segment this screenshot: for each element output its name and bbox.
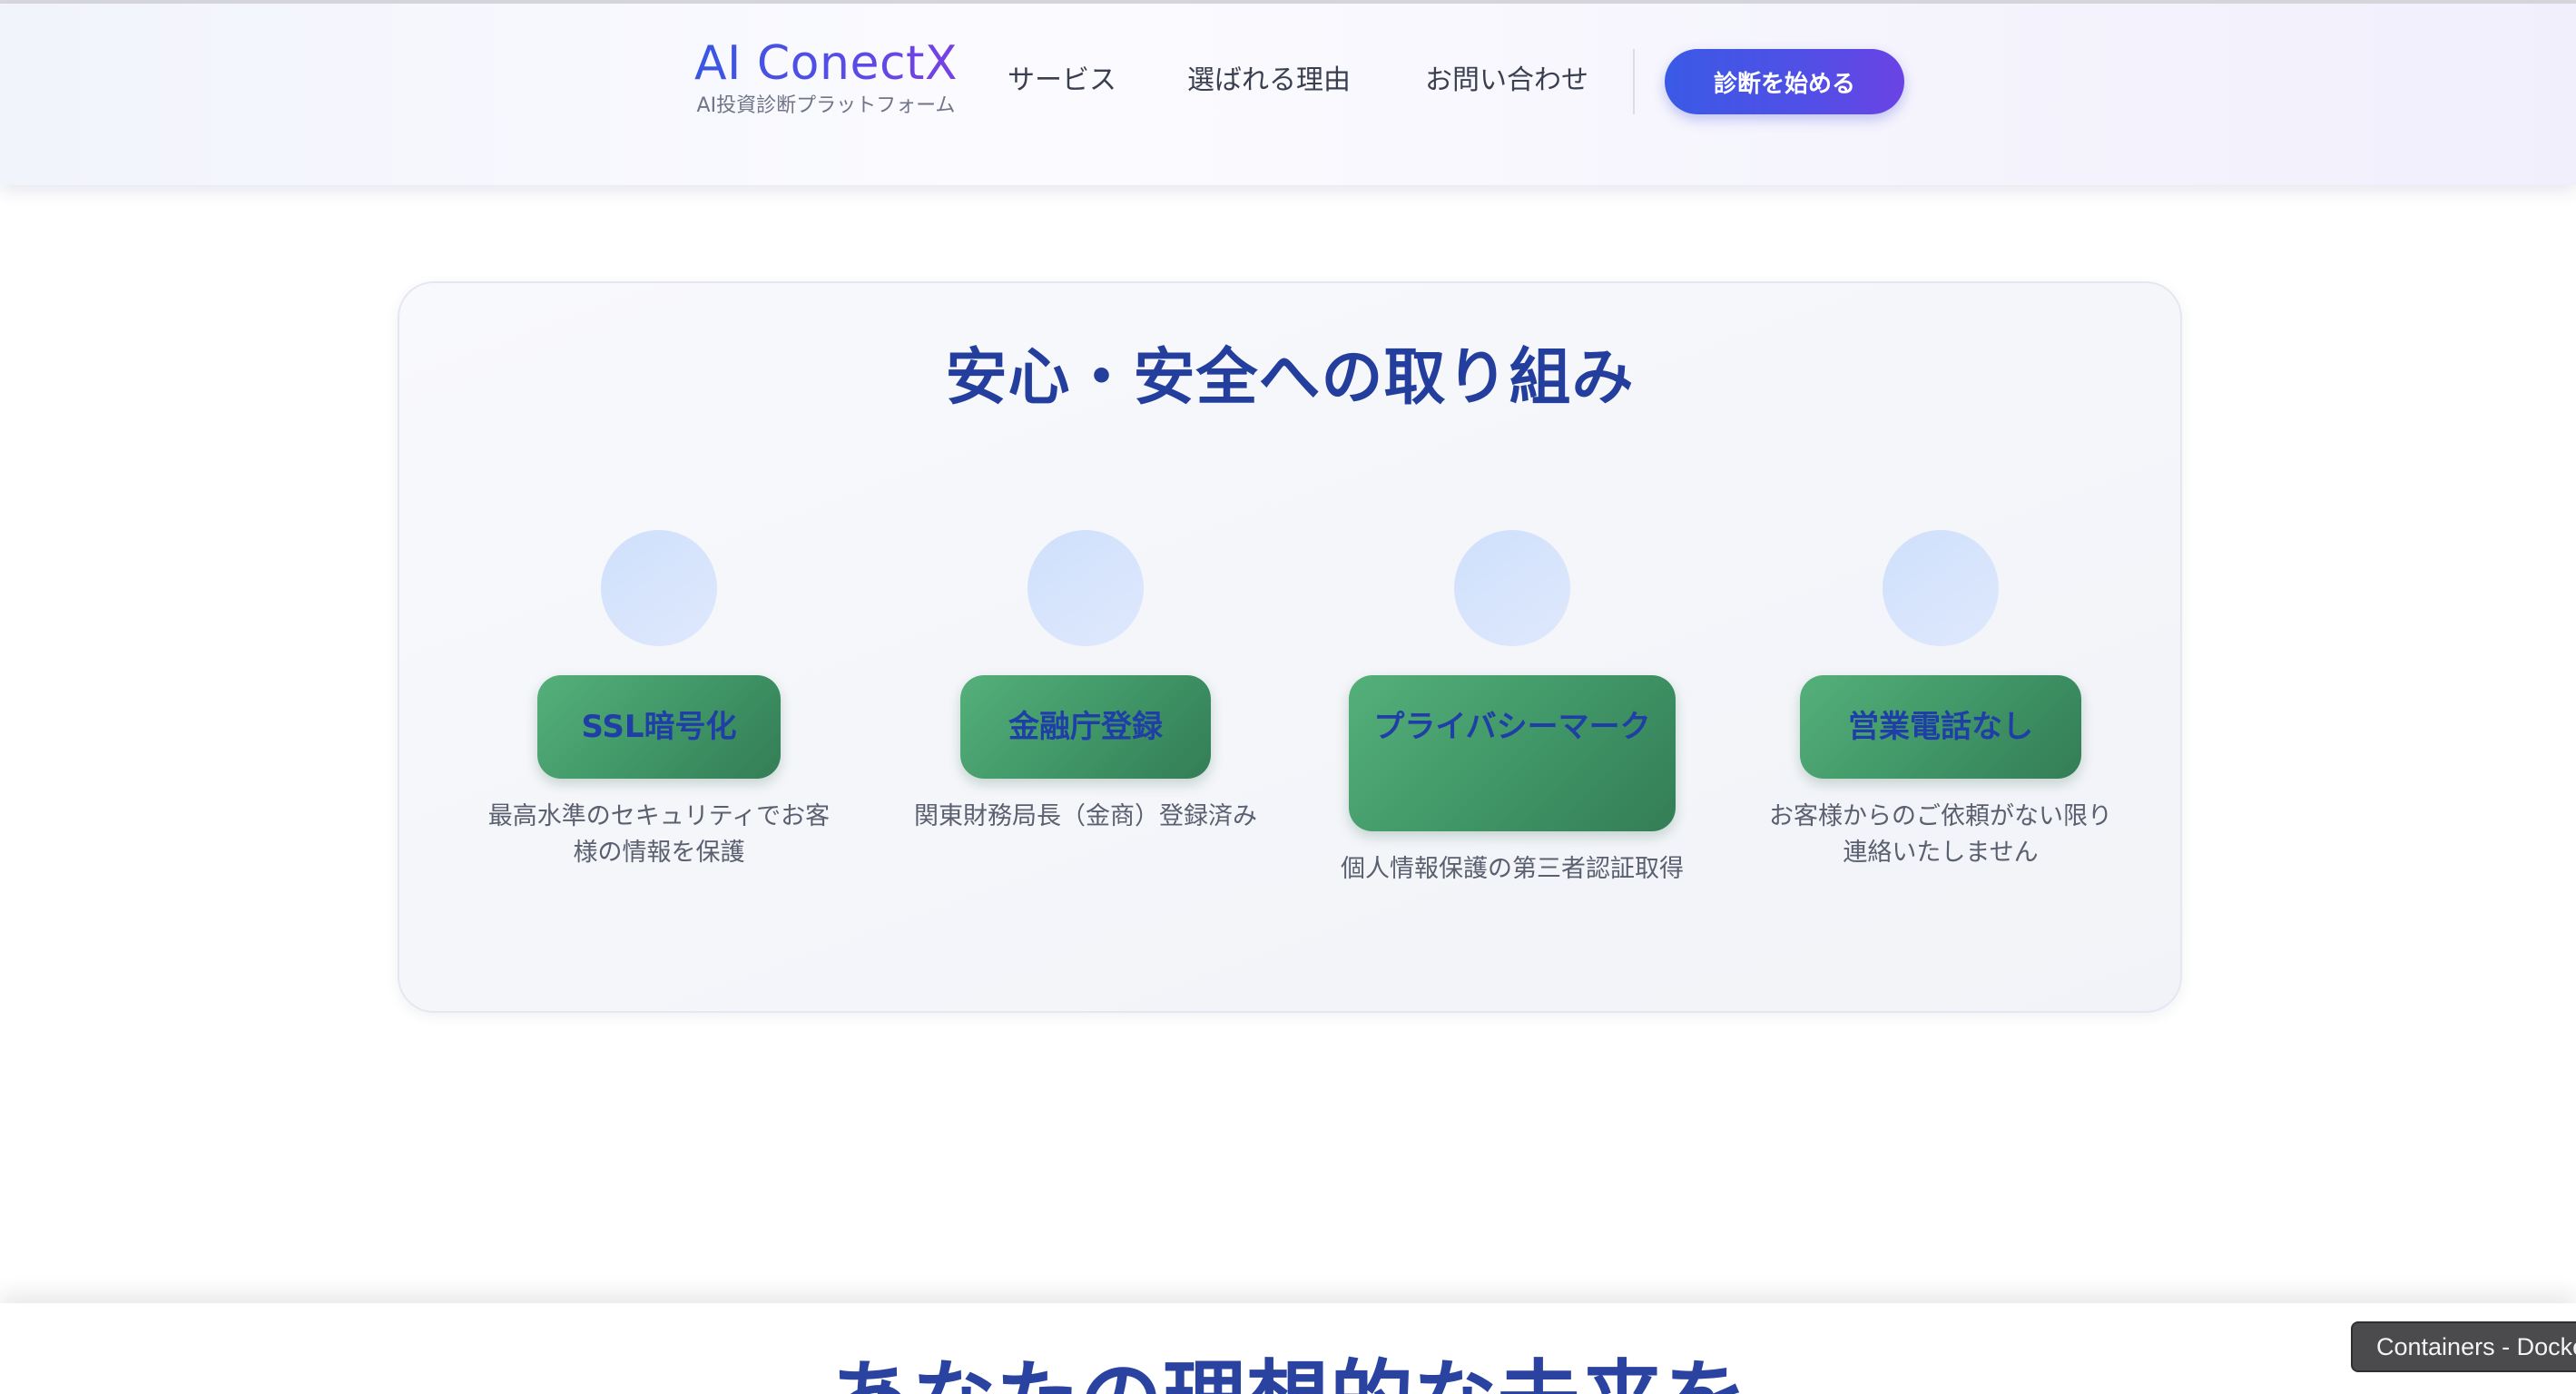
- future-section: あなたの理想的な未来を: [0, 1303, 2576, 1394]
- brand-subtitle: AI投資診断プラットフォーム: [696, 94, 956, 117]
- lock-icon: [601, 530, 717, 646]
- feature-description-ssl: 最高水準のセキュリティでお客様の情報を保護: [487, 802, 831, 867]
- nav-link-reasons[interactable]: 選ばれる理由: [1187, 58, 1351, 103]
- feature-label-privacy: プライバシーマーク: [1349, 675, 1676, 831]
- nav-link-contact[interactable]: お問い合わせ: [1425, 58, 1588, 103]
- tab-tooltip: Containers - Docker: [2351, 1321, 2576, 1372]
- feature-label-ssl: SSL暗号化: [537, 675, 781, 779]
- site-header: AI ConectX AI投資診断プラットフォーム サービス 選ばれる理由 お問…: [0, 4, 2576, 185]
- nav-divider: [1633, 49, 1635, 114]
- brand-logo[interactable]: AI ConectX AI投資診断プラットフォーム: [690, 34, 962, 125]
- feature-description-fsa: 関東財務局長（金商）登録済み: [914, 802, 1257, 830]
- brand-title: AI ConectX: [690, 34, 962, 93]
- security-section: 安心・安全への取り組み SSL暗号化 最高水準のセキュリティでお客様の情報を保護…: [398, 281, 2182, 1013]
- feature-label-no-calls: 営業電話なし: [1800, 675, 2081, 779]
- future-section-title: あなたの理想的な未来を: [0, 1350, 2576, 1394]
- shield-icon: [1454, 530, 1570, 646]
- feature-fsa-registration: 金融庁登録 関東財務局長（金商）登録済み: [913, 283, 1258, 1015]
- feature-label-fsa: 金融庁登録: [960, 675, 1211, 779]
- feature-no-sales-calls: 営業電話なし お客様からのご依頼がない限り連絡いたしません: [1768, 283, 2113, 1015]
- nav-link-services[interactable]: サービス: [1008, 58, 1116, 103]
- feature-privacy-mark: プライバシーマーク 個人情報保護の第三者認証取得: [1340, 283, 1685, 1015]
- start-diagnosis-button[interactable]: 診断を始める: [1665, 49, 1904, 114]
- feature-description-privacy: 個人情報保護の第三者認証取得: [1341, 855, 1684, 883]
- certificate-icon: [1027, 530, 1144, 646]
- phone-icon: [1883, 530, 1999, 646]
- feature-description-no-calls: お客様からのご依頼がない限り連絡いたしません: [1769, 802, 2112, 867]
- feature-ssl: SSL暗号化 最高水準のセキュリティでお客様の情報を保護: [487, 283, 831, 1015]
